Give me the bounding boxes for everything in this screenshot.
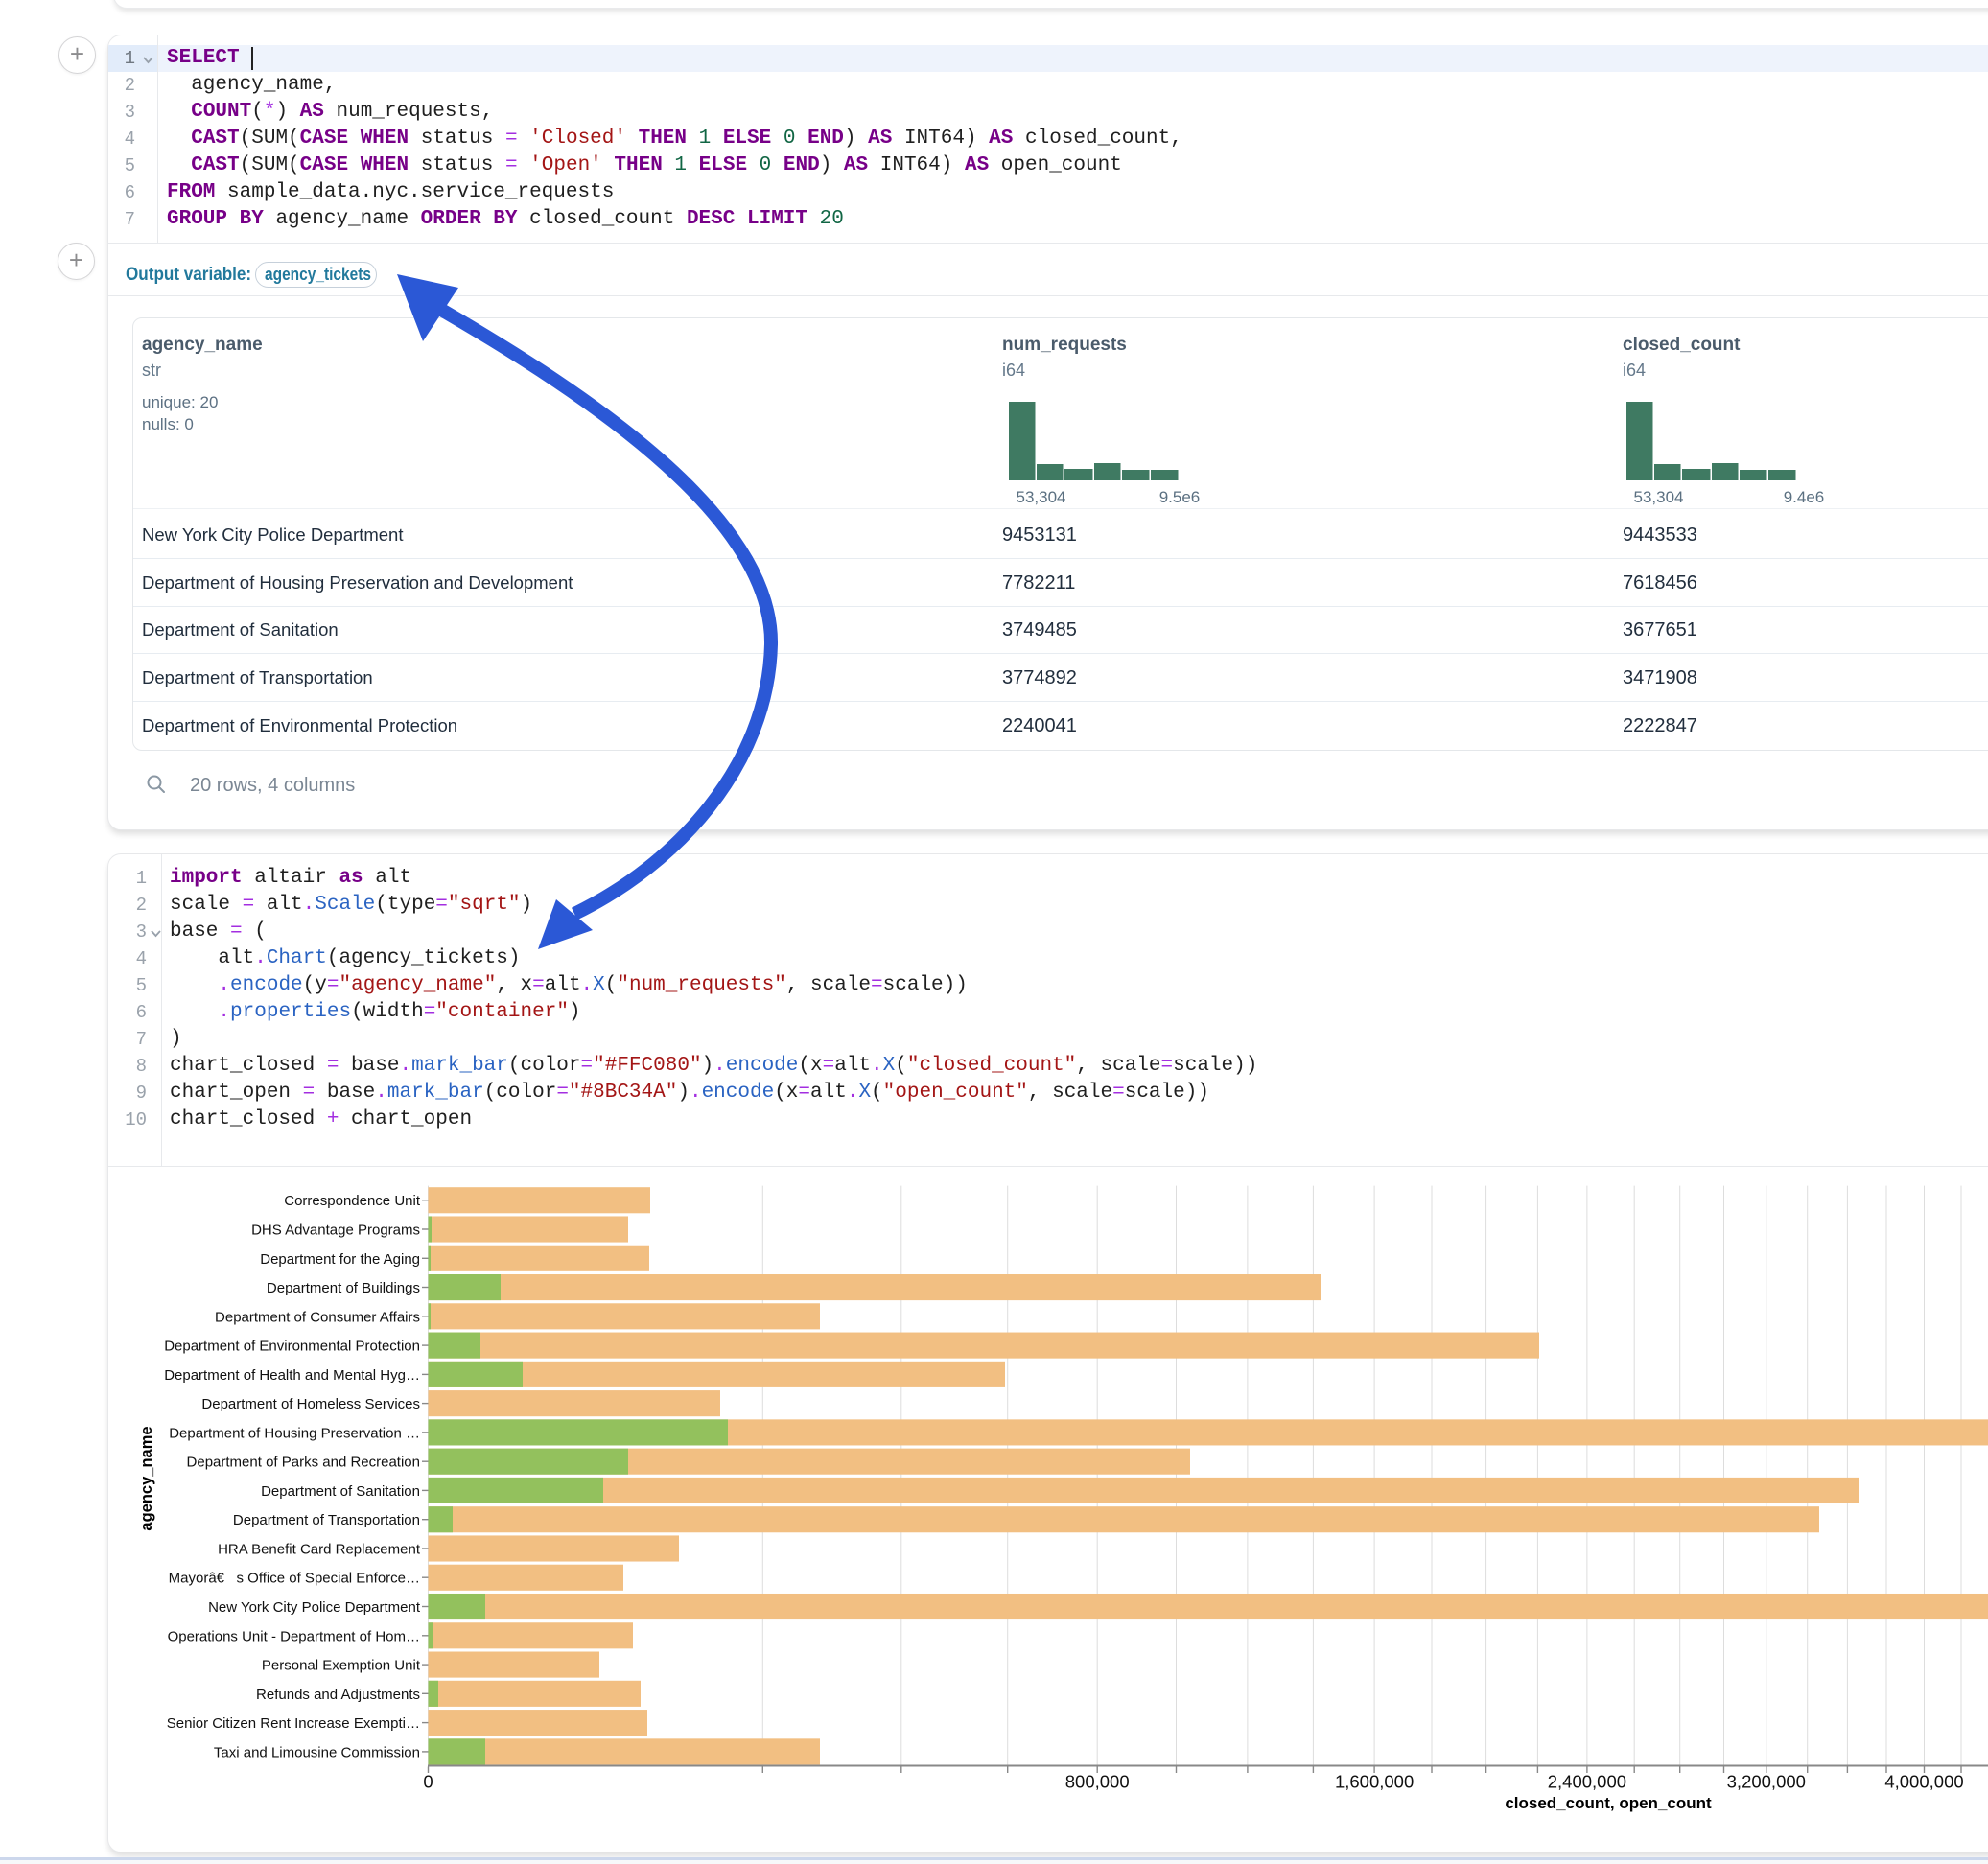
svg-text:New York City Police Departmen: New York City Police Department [208, 1599, 421, 1616]
svg-text:Personal Exemption Unit: Personal Exemption Unit [262, 1658, 421, 1674]
svg-text:0: 0 [423, 1772, 433, 1792]
svg-text:Operations Unit - Department o: Operations Unit - Department of Hom… [168, 1628, 420, 1644]
svg-text:closed_count, open_count: closed_count, open_count [1505, 1794, 1712, 1812]
svg-text:Department of Transportation: Department of Transportation [233, 1512, 420, 1528]
svg-text:Taxi and Limousine Commission: Taxi and Limousine Commission [214, 1744, 420, 1760]
svg-text:Refunds and Adjustments: Refunds and Adjustments [256, 1687, 420, 1703]
svg-text:Department of Consumer Affairs: Department of Consumer Affairs [215, 1309, 420, 1325]
svg-text:Senior Citizen Rent Increase E: Senior Citizen Rent Increase Exempti… [167, 1715, 420, 1732]
svg-text:Department of Health and Menta: Department of Health and Mental Hyg… [164, 1367, 420, 1384]
svg-text:Correspondence Unit: Correspondence Unit [284, 1193, 421, 1209]
svg-text:1,600,000: 1,600,000 [1335, 1772, 1414, 1792]
svg-text:agency_name: agency_name [138, 1426, 155, 1530]
svg-text:800,000: 800,000 [1065, 1772, 1130, 1792]
svg-text:4,000,000: 4,000,000 [1884, 1772, 1963, 1792]
svg-text:Department of Housing Preserva: Department of Housing Preservation … [169, 1425, 420, 1441]
svg-text:Department of Buildings: Department of Buildings [267, 1280, 420, 1296]
svg-text:DHS Advantage Programs: DHS Advantage Programs [251, 1223, 420, 1239]
svg-text:2,400,000: 2,400,000 [1548, 1772, 1626, 1792]
svg-text:3,200,000: 3,200,000 [1727, 1772, 1806, 1792]
svg-text:Department of Sanitation: Department of Sanitation [261, 1483, 420, 1500]
svg-text:Department of Environmental Pr: Department of Environmental Protection [164, 1339, 420, 1355]
svg-text:Department of Parks and Recrea: Department of Parks and Recreation [187, 1455, 420, 1471]
svg-text:Department of Homeless Service: Department of Homeless Services [201, 1396, 420, 1412]
svg-text:HRA Benefit Card Replacement: HRA Benefit Card Replacement [218, 1542, 421, 1558]
svg-text:Mayorâ€ s Office of Special: Mayorâ€ s Office of Special Enforce… [169, 1571, 420, 1587]
svg-text:Department for the Aging: Department for the Aging [260, 1251, 420, 1268]
